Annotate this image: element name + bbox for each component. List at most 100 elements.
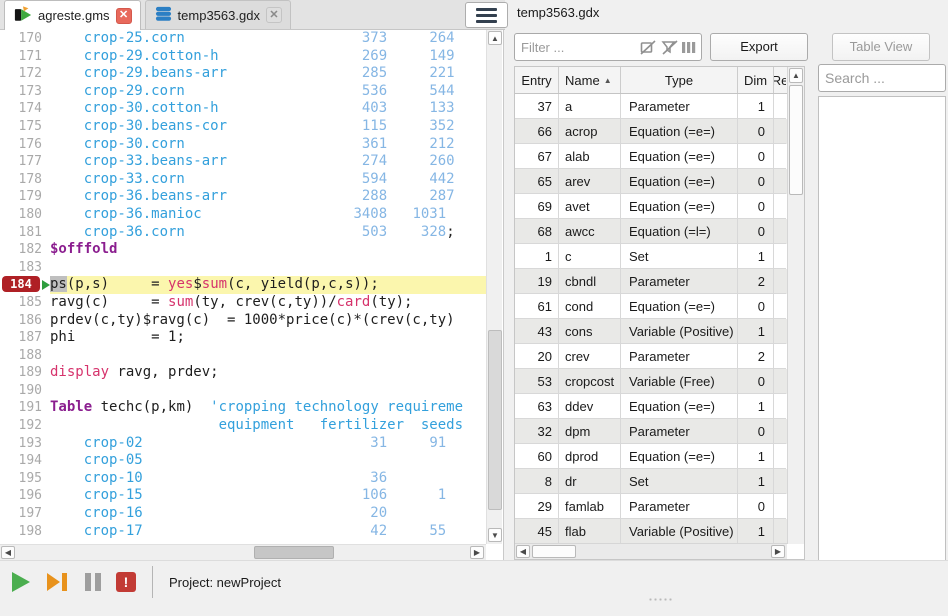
code-line[interactable]: 177 crop-33.beans-arr 274 260: [0, 153, 486, 171]
line-number[interactable]: 181: [0, 224, 50, 242]
rec-cell[interactable]: [774, 194, 786, 219]
entry-cell[interactable]: 53: [515, 369, 559, 394]
line-number[interactable]: 192: [0, 417, 50, 435]
code-text[interactable]: crop-25.corn 373 264: [50, 30, 486, 48]
dim-cell[interactable]: 1: [738, 319, 774, 344]
name-cell[interactable]: flab: [559, 519, 621, 544]
current-line-number-badge[interactable]: 184: [0, 276, 50, 294]
code-text[interactable]: [50, 259, 486, 277]
code-line[interactable]: 184ps(p,s) = yes$sum(c, yield(p,c,s));: [0, 276, 486, 294]
table-row[interactable]: 67alabEquation (=e=)0: [515, 144, 787, 169]
code-text[interactable]: crop-16 20: [50, 505, 486, 523]
clear-column-filters-icon[interactable]: [661, 39, 678, 56]
scrollbar-thumb[interactable]: [488, 330, 502, 510]
line-number[interactable]: 178: [0, 171, 50, 189]
rec-cell[interactable]: [774, 519, 786, 544]
name-cell[interactable]: dr: [559, 469, 621, 494]
code-line[interactable]: 172 crop-29.beans-arr 285 221: [0, 65, 486, 83]
type-cell[interactable]: Parameter: [621, 269, 738, 294]
scroll-right-icon[interactable]: ▶: [771, 545, 785, 558]
entry-cell[interactable]: 20: [515, 344, 559, 369]
entry-cell[interactable]: 61: [515, 294, 559, 319]
line-number[interactable]: 195: [0, 470, 50, 488]
code-line[interactable]: 183: [0, 259, 486, 277]
code-line[interactable]: 171 crop-29.cotton-h 269 149: [0, 48, 486, 66]
line-number[interactable]: 176: [0, 136, 50, 154]
line-number[interactable]: 189: [0, 364, 50, 382]
code-line[interactable]: 195 crop-10 36: [0, 470, 486, 488]
code-text[interactable]: crop-33.corn 594 442: [50, 171, 486, 189]
code-line[interactable]: 174 crop-30.cotton-h 403 133: [0, 100, 486, 118]
export-button[interactable]: Export: [710, 33, 808, 61]
line-number[interactable]: 185: [0, 294, 50, 312]
name-cell[interactable]: dprod: [559, 444, 621, 469]
entry-cell[interactable]: 1: [515, 244, 559, 269]
clear-filter-icon[interactable]: [640, 39, 657, 56]
dim-cell[interactable]: 0: [738, 219, 774, 244]
scroll-left-icon[interactable]: ◀: [1, 546, 15, 559]
type-cell[interactable]: Equation (=e=): [621, 444, 738, 469]
code-line[interactable]: 189display ravg, prdev;: [0, 364, 486, 382]
table-row[interactable]: 19cbndlParameter2: [515, 269, 787, 294]
code-line[interactable]: 170 crop-25.corn 373 264: [0, 30, 486, 48]
line-number[interactable]: 186: [0, 312, 50, 330]
editor-horizontal-scrollbar[interactable]: ◀ ▶: [0, 544, 486, 560]
code-line[interactable]: 187phi = 1;: [0, 329, 486, 347]
type-cell[interactable]: Equation (=e=): [621, 294, 738, 319]
code-line[interactable]: 197 crop-16 20: [0, 505, 486, 523]
pause-icon[interactable]: [84, 572, 102, 592]
entry-cell[interactable]: 45: [515, 519, 559, 544]
column-header-dim[interactable]: Dim: [738, 67, 774, 93]
rec-cell[interactable]: [774, 369, 786, 394]
code-line[interactable]: 175 crop-30.beans-cor 115 352: [0, 118, 486, 136]
line-number[interactable]: 173: [0, 83, 50, 101]
code-line[interactable]: 192 equipment fertilizer seeds: [0, 417, 486, 435]
dim-cell[interactable]: 1: [738, 394, 774, 419]
table-view-button[interactable]: Table View: [832, 33, 930, 61]
name-cell[interactable]: cons: [559, 319, 621, 344]
code-text[interactable]: crop-29.cotton-h 269 149: [50, 48, 486, 66]
name-cell[interactable]: avet: [559, 194, 621, 219]
name-cell[interactable]: cond: [559, 294, 621, 319]
dim-cell[interactable]: 0: [738, 494, 774, 519]
column-header-name[interactable]: Name▲: [559, 67, 621, 93]
table-row[interactable]: 8drSet1: [515, 469, 787, 494]
name-cell[interactable]: dpm: [559, 419, 621, 444]
code-line[interactable]: 185ravg(c) = sum(ty, crev(c,ty))/card(ty…: [0, 294, 486, 312]
entry-cell[interactable]: 60: [515, 444, 559, 469]
code-text[interactable]: crop-15 106 1: [50, 487, 486, 505]
code-text[interactable]: crop-10 36: [50, 470, 486, 488]
code-text[interactable]: crop-30.cotton-h 403 133: [50, 100, 486, 118]
type-cell[interactable]: Equation (=e=): [621, 119, 738, 144]
line-number[interactable]: 170: [0, 30, 50, 48]
code-text[interactable]: crop-33.beans-arr 274 260: [50, 153, 486, 171]
dim-cell[interactable]: 1: [738, 94, 774, 119]
code-text[interactable]: crop-36.manioc 3408 1031: [50, 206, 486, 224]
entry-cell[interactable]: 32: [515, 419, 559, 444]
code-line[interactable]: 178 crop-33.corn 594 442: [0, 171, 486, 189]
table-horizontal-scrollbar[interactable]: ◀ ▶: [515, 543, 787, 559]
type-cell[interactable]: Parameter: [621, 494, 738, 519]
type-cell[interactable]: Variable (Positive): [621, 519, 738, 544]
scroll-down-icon[interactable]: ▼: [488, 528, 502, 542]
hamburger-menu-icon[interactable]: [465, 2, 508, 28]
type-cell[interactable]: Equation (=e=): [621, 194, 738, 219]
column-header-type[interactable]: Type: [621, 67, 738, 93]
entry-cell[interactable]: 19: [515, 269, 559, 294]
dim-cell[interactable]: 0: [738, 144, 774, 169]
table-row[interactable]: 60dprodEquation (=e=)1: [515, 444, 787, 469]
name-cell[interactable]: acrop: [559, 119, 621, 144]
type-cell[interactable]: Set: [621, 244, 738, 269]
type-cell[interactable]: Equation (=e=): [621, 144, 738, 169]
code-lines[interactable]: 170 crop-25.corn 373 264171 crop-29.cott…: [0, 30, 486, 544]
code-text[interactable]: equipment fertilizer seeds: [50, 417, 486, 435]
rec-cell[interactable]: [774, 244, 786, 269]
entry-cell[interactable]: 66: [515, 119, 559, 144]
code-line[interactable]: 193 crop-02 31 91: [0, 435, 486, 453]
code-text[interactable]: phi = 1;: [50, 329, 486, 347]
name-cell[interactable]: awcc: [559, 219, 621, 244]
line-number[interactable]: 172: [0, 65, 50, 83]
name-cell[interactable]: alab: [559, 144, 621, 169]
line-number[interactable]: 188: [0, 347, 50, 365]
table-vertical-scrollbar[interactable]: ▲: [787, 67, 804, 544]
